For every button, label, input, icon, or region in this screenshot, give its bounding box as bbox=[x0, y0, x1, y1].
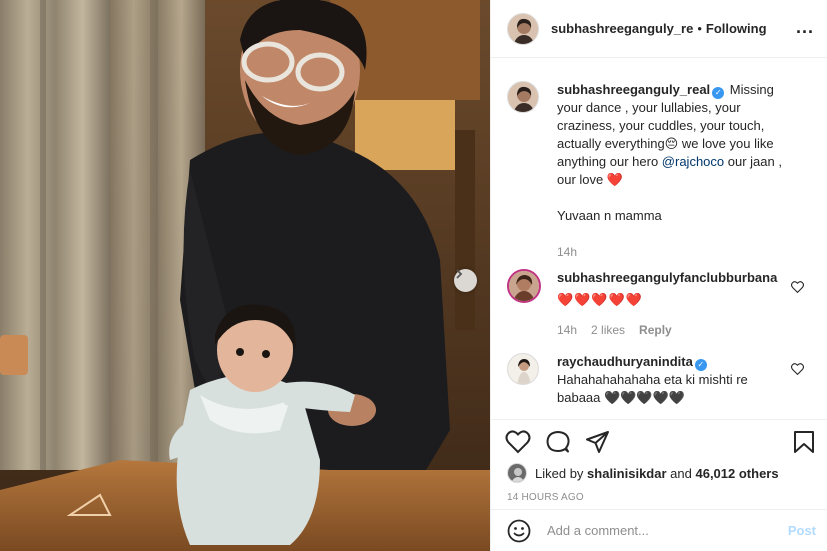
caption-username[interactable]: subhashreeganguly_real bbox=[557, 82, 710, 97]
comment-username[interactable]: subhashreegangulyfanclubburbana bbox=[557, 270, 777, 285]
following-button[interactable]: Following bbox=[706, 21, 767, 36]
caption-block: subhashreeganguly_real ✓ Missing your dan… bbox=[507, 81, 802, 261]
like-button[interactable] bbox=[505, 430, 531, 457]
next-photo-button[interactable] bbox=[454, 269, 477, 292]
comment-username[interactable]: raychaudhuryanindita bbox=[557, 354, 693, 369]
caption-time[interactable]: 14h bbox=[557, 245, 577, 259]
add-comment-bar: Post bbox=[491, 509, 827, 551]
post-side-panel: subhashreeganguly_re • Following ... sub… bbox=[490, 0, 827, 551]
comment-icon bbox=[546, 431, 570, 453]
likes-prefix: Liked by bbox=[535, 465, 584, 481]
heart-icon bbox=[791, 363, 804, 376]
post-timestamp[interactable]: 14 HOURS AGO bbox=[507, 492, 584, 503]
share-icon bbox=[586, 431, 609, 453]
liker-username[interactable]: shalinisikdar bbox=[587, 466, 666, 481]
caption-line2: Yuvaan n mamma bbox=[557, 208, 662, 223]
comment-text: ❤️❤️❤️❤️❤️ bbox=[557, 292, 643, 307]
liker-avatar[interactable] bbox=[507, 463, 527, 483]
action-icons bbox=[505, 430, 820, 456]
heart-emoji: ❤️ bbox=[606, 172, 624, 187]
comment-body: raychaudhuryanindita ✓ Hahahahahahaha eta… bbox=[557, 353, 792, 407]
verified-icon: ✓ bbox=[712, 87, 725, 99]
header-username[interactable]: subhashreeganguly_re bbox=[551, 21, 693, 36]
more-icon: ... bbox=[795, 17, 814, 37]
commenter-avatar[interactable] bbox=[507, 269, 541, 303]
likes-summary: Liked by shalinisikdar and 46,012 others bbox=[507, 463, 779, 483]
chevron-right-icon bbox=[456, 269, 463, 279]
heart-icon bbox=[791, 281, 804, 294]
comment-item: raychaudhuryanindita ✓ Hahahahahahaha eta… bbox=[507, 353, 792, 407]
comment-text: Hahahahahahaha eta ki mishti re babaaa 🖤… bbox=[557, 372, 748, 405]
share-button[interactable] bbox=[585, 430, 611, 457]
like-comment-button[interactable] bbox=[791, 281, 804, 296]
caption-avatar[interactable] bbox=[507, 81, 539, 113]
header-separator: • bbox=[697, 21, 702, 36]
more-options-button[interactable]: ... bbox=[796, 18, 814, 36]
comment-likes[interactable]: 2 likes bbox=[591, 323, 625, 337]
emoji-icon[interactable] bbox=[507, 519, 531, 543]
like-comment-button[interactable] bbox=[791, 363, 804, 378]
photo-illustration bbox=[0, 0, 490, 551]
post-comment-button[interactable]: Post bbox=[788, 523, 816, 538]
comment-button[interactable] bbox=[545, 430, 571, 457]
save-button[interactable] bbox=[793, 430, 815, 457]
verified-icon: ✓ bbox=[694, 359, 707, 371]
caption-mention[interactable]: @rajchoco bbox=[662, 154, 724, 169]
post-actions: Liked by shalinisikdar and 46,012 others… bbox=[491, 419, 827, 503]
post-photo[interactable] bbox=[0, 0, 490, 551]
comment-time[interactable]: 14h bbox=[557, 323, 577, 337]
comment-input[interactable] bbox=[547, 523, 767, 538]
likes-count[interactable]: 46,012 others bbox=[695, 466, 778, 481]
likes-middle: and bbox=[670, 465, 692, 481]
caption-body: subhashreeganguly_real ✓ Missing your dan… bbox=[557, 81, 802, 261]
heart-icon bbox=[505, 430, 531, 454]
post-header: subhashreeganguly_re • Following ... bbox=[491, 0, 827, 58]
reply-button[interactable]: Reply bbox=[639, 323, 672, 337]
bookmark-icon bbox=[794, 431, 814, 453]
author-avatar[interactable] bbox=[507, 12, 539, 45]
comments-section[interactable]: subhashreeganguly_real ✓ Missing your dan… bbox=[491, 59, 827, 419]
comment-body: subhashreegangulyfanclubburbana ❤️❤️❤️❤️… bbox=[557, 269, 792, 339]
commenter-avatar[interactable] bbox=[507, 353, 539, 385]
comment-item: subhashreegangulyfanclubburbana ❤️❤️❤️❤️… bbox=[507, 269, 792, 339]
